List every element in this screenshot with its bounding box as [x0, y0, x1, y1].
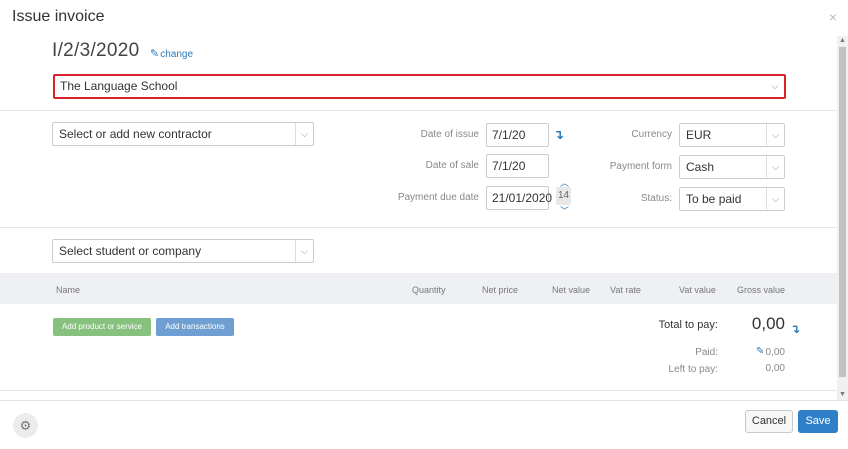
- divider: [0, 390, 837, 391]
- chevron-down-icon: ⌵: [295, 240, 313, 262]
- pencil-icon: ✎: [150, 48, 160, 60]
- column-header-vat-value: Vat value: [679, 285, 716, 295]
- contractor-select-placeholder: Select or add new contractor: [59, 127, 212, 141]
- divider: [0, 110, 837, 111]
- chevron-down-icon: ⌵: [766, 156, 784, 178]
- total-to-pay-value: 0,00: [751, 314, 785, 333]
- payment-due-date-input[interactable]: 21/01/2020: [486, 186, 552, 210]
- date-of-issue-input[interactable]: 7/1/20: [486, 123, 549, 147]
- vertical-scrollbar[interactable]: ▲ ▼: [837, 36, 848, 400]
- currency-label: Currency: [631, 129, 672, 140]
- column-header-gross-value: Gross value: [737, 285, 786, 295]
- date-of-sale-input[interactable]: 7/1/20: [486, 154, 549, 178]
- scroll-down-icon[interactable]: ▼: [837, 390, 848, 400]
- contractor-select[interactable]: Select or add new contractor ⌵: [52, 122, 314, 146]
- add-product-button[interactable]: Add product or service: [53, 318, 151, 336]
- chevron-down-icon: ⌵: [295, 123, 313, 145]
- student-select[interactable]: Select student or company ⌵: [52, 239, 314, 263]
- copy-date-arrow-icon[interactable]: ↴: [553, 127, 564, 143]
- currency-select-value: EUR: [686, 128, 712, 142]
- student-select-placeholder: Select student or company: [59, 244, 202, 258]
- left-to-pay-value: 0,00: [765, 363, 785, 374]
- payment-form-select[interactable]: Cash ⌵: [679, 155, 785, 179]
- modal-body: I/2/3/2020 ✎change The Language School ⌵…: [0, 36, 837, 400]
- date-of-sale-label: Date of sale: [425, 160, 479, 171]
- cancel-button[interactable]: Cancel: [745, 410, 793, 433]
- payment-form-select-value: Cash: [686, 160, 715, 174]
- currency-select[interactable]: EUR ⌵: [679, 123, 785, 147]
- payment-due-date-label: Payment due date: [397, 192, 479, 203]
- chevron-down-icon: ⌵: [771, 81, 779, 91]
- paid-value: 0,00: [765, 347, 785, 358]
- chevron-down-icon: ⌵: [766, 188, 784, 210]
- column-header-net-value: Net value: [552, 285, 591, 295]
- column-header-net-price: Net price: [482, 285, 519, 295]
- change-number-link[interactable]: ✎change: [150, 47, 193, 60]
- date-of-issue-label: Date of issue: [420, 129, 479, 140]
- total-to-pay-label: Total to pay:: [658, 319, 718, 331]
- left-to-pay-label: Left to pay:: [668, 364, 718, 375]
- copy-total-arrow-icon[interactable]: ↴: [790, 322, 800, 336]
- due-days-value: 14: [556, 187, 571, 205]
- paid-label: Paid:: [695, 347, 718, 358]
- school-select-value: The Language School: [60, 79, 178, 93]
- payment-form-label: Payment form: [609, 161, 672, 172]
- column-header-name: Name: [56, 285, 81, 295]
- footer-divider: [0, 400, 848, 401]
- divider: [0, 227, 837, 228]
- chevron-down-icon[interactable]: ﹀: [560, 204, 569, 217]
- items-table-header: Name Quantity Net price Net value Vat ra…: [0, 273, 837, 304]
- status-label: Status:: [640, 193, 672, 204]
- school-select[interactable]: The Language School ⌵: [53, 74, 786, 99]
- status-select-value: To be paid: [686, 192, 742, 206]
- column-header-vat-rate: Vat rate: [610, 285, 641, 295]
- gear-icon[interactable]: ⚙: [13, 413, 38, 438]
- close-icon[interactable]: ×: [829, 9, 837, 25]
- column-header-quantity: Quantity: [412, 285, 446, 295]
- invoice-number: I/2/3/2020: [52, 40, 140, 61]
- scroll-up-icon[interactable]: ▲: [837, 36, 848, 46]
- change-link-label: change: [160, 49, 194, 60]
- save-button[interactable]: Save: [798, 410, 838, 433]
- scrollbar-thumb[interactable]: [839, 47, 846, 377]
- modal-title: Issue invoice: [12, 8, 105, 25]
- add-transactions-button[interactable]: Add transactions: [156, 318, 234, 336]
- status-select[interactable]: To be paid ⌵: [679, 187, 785, 211]
- chevron-down-icon: ⌵: [766, 124, 784, 146]
